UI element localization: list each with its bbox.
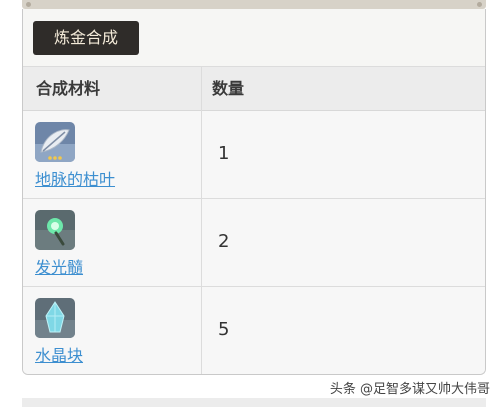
frame-rivet-icon [477, 2, 482, 7]
crystal-chunk-icon[interactable] [35, 298, 75, 338]
luminescent-pith-icon[interactable] [35, 210, 75, 250]
material-link-luminescent-pith[interactable]: 发光髓 [35, 254, 83, 278]
withered-leaf-icon[interactable] [35, 122, 75, 162]
alchemy-panel: 炼金合成 合成材料 数量 地脉的枯叶 1 发光髓 2 水晶块 5 [22, 9, 486, 375]
table-header: 合成材料 数量 [23, 67, 485, 111]
alchemy-title-button[interactable]: 炼金合成 [33, 21, 139, 55]
column-header-materials: 合成材料 [36, 79, 101, 98]
table-row: 发光髓 2 [23, 199, 485, 287]
top-frame-strip [22, 0, 486, 9]
material-quantity: 5 [218, 319, 230, 340]
watermark-text: 头条 @足智多谋又帅大伟哥 [329, 382, 490, 397]
column-divider [201, 67, 202, 374]
table-row: 水晶块 5 [23, 287, 485, 374]
materials-table: 合成材料 数量 地脉的枯叶 1 发光髓 2 水晶块 5 [23, 66, 485, 374]
column-header-quantity: 数量 [212, 79, 245, 98]
frame-rivet-icon [26, 2, 31, 7]
table-row: 地脉的枯叶 1 [23, 111, 485, 199]
material-quantity: 2 [218, 231, 230, 252]
material-link-withered-leaf[interactable]: 地脉的枯叶 [35, 166, 115, 190]
material-quantity: 1 [218, 143, 230, 164]
bottom-frame-strip [22, 398, 486, 407]
material-link-crystal-chunk[interactable]: 水晶块 [35, 342, 83, 366]
